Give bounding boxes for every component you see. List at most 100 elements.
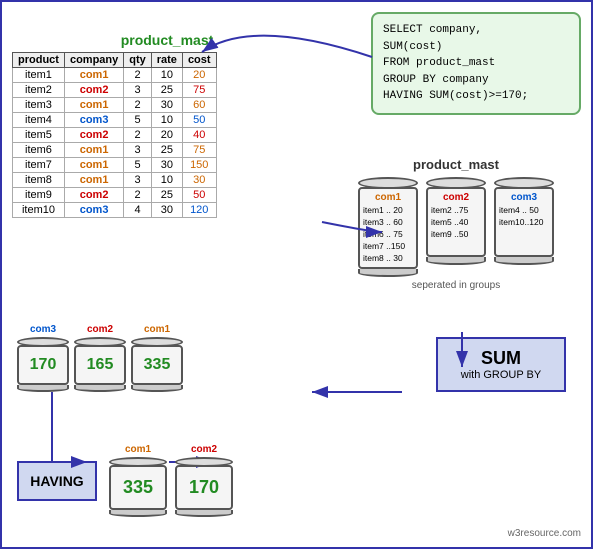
group-cyl-top [131, 337, 183, 347]
table-section: product_mast product company qty rate co… [12, 32, 322, 218]
table-cell: 4 [124, 203, 152, 218]
table-cell: 30 [151, 203, 182, 218]
table-cell: 10 [151, 68, 182, 83]
table-cell: 75 [182, 83, 216, 98]
table-cell: 5 [124, 158, 152, 173]
having-section: HAVING com1 335 com2 170 [17, 444, 233, 517]
sql-line: GROUP BY company [383, 72, 569, 89]
cylinder-top [494, 177, 554, 189]
table-cell: com1 [64, 158, 123, 173]
having-cyl-top [109, 457, 167, 467]
table-cell: 5 [124, 113, 152, 128]
sum-sublabel: with GROUP BY [461, 369, 542, 381]
group-cyl-body: 335 [131, 345, 183, 385]
table-cell: 2 [124, 188, 152, 203]
table-cell: com1 [64, 68, 123, 83]
col-header-company: company [64, 53, 123, 68]
cylinder-items: item2 ..75item5 ..40item9 ..50 [431, 205, 481, 241]
col-header-qty: qty [124, 53, 152, 68]
cylinder-items: item4 .. 50item10..120 [499, 205, 549, 229]
sql-line: HAVING SUM(cost)>=170; [383, 88, 569, 105]
group-value: 170 [30, 356, 57, 374]
group-item: com1 335 [131, 324, 183, 392]
groups-section: com3 170 com2 165 com1 335 [17, 324, 183, 392]
sql-line: SELECT company, [383, 22, 569, 39]
cylinder-item: item7 ..150 [363, 241, 413, 253]
group-cyl-bottom [74, 385, 126, 392]
group-value: 165 [87, 356, 114, 374]
table-cell: item5 [13, 128, 65, 143]
table-cell: 50 [182, 188, 216, 203]
table-cell: item8 [13, 173, 65, 188]
having-box: HAVING [17, 461, 97, 501]
having-cyl-body: 335 [109, 465, 167, 510]
table-cell: 120 [182, 203, 216, 218]
table-cell: 10 [151, 113, 182, 128]
table-cell: 150 [182, 158, 216, 173]
col-header-cost: cost [182, 53, 216, 68]
separated-text: seperated in groups [341, 280, 571, 291]
cylinder-item: item5 ..40 [431, 217, 481, 229]
cylinder-item: item3 .. 60 [363, 217, 413, 229]
cylinder-item: item1 .. 20 [363, 205, 413, 217]
having-cyl-bottom [175, 510, 233, 517]
having-group-value: 170 [189, 477, 219, 498]
table-cell: 25 [151, 188, 182, 203]
db-cylinder: com1item1 .. 20item3 .. 60item6 .. 75ite… [358, 177, 418, 277]
group-label: com1 [144, 324, 170, 335]
group-item: com2 165 [74, 324, 126, 392]
table-cell: item3 [13, 98, 65, 113]
table-cell: 3 [124, 143, 152, 158]
having-group-value: 335 [123, 477, 153, 498]
group-cyl-body: 165 [74, 345, 126, 385]
table-cell: com3 [64, 203, 123, 218]
table-cell: 75 [182, 143, 216, 158]
table-cell: 25 [151, 83, 182, 98]
table-cell: com1 [64, 143, 123, 158]
group-label: com3 [30, 324, 56, 335]
table-cell: item9 [13, 188, 65, 203]
col-header-rate: rate [151, 53, 182, 68]
col-header-product: product [13, 53, 65, 68]
main-container: product_mast product company qty rate co… [0, 0, 593, 549]
table-title: product_mast [12, 32, 322, 48]
table-cell: 20 [182, 68, 216, 83]
cylinder-bottom [426, 257, 486, 265]
table-cell: 25 [151, 143, 182, 158]
table-cell: 60 [182, 98, 216, 113]
cylinder-bottom [494, 257, 554, 265]
db-cylinders: com1item1 .. 20item3 .. 60item6 .. 75ite… [341, 177, 571, 277]
table-cell: 30 [151, 158, 182, 173]
group-cyl-bottom [17, 385, 69, 392]
cylinder-body: com1item1 .. 20item3 .. 60item6 .. 75ite… [358, 187, 418, 269]
table-cell: 3 [124, 173, 152, 188]
cylinder-bottom [358, 269, 418, 277]
table-cell: item1 [13, 68, 65, 83]
group-cyl-top [74, 337, 126, 347]
table-cell: com1 [64, 173, 123, 188]
having-group-label: com1 [125, 444, 151, 455]
db-title: product_mast [341, 157, 571, 172]
table-cell: 2 [124, 98, 152, 113]
cylinder-label: com3 [499, 192, 549, 203]
table-cell: 20 [151, 128, 182, 143]
table-cell: com2 [64, 128, 123, 143]
watermark: w3resource.com [508, 528, 581, 539]
cylinder-item: item10..120 [499, 217, 549, 229]
table-cell: com2 [64, 83, 123, 98]
having-group-label: com2 [191, 444, 217, 455]
table-cell: 30 [151, 98, 182, 113]
group-label: com2 [87, 324, 113, 335]
table-cell: item6 [13, 143, 65, 158]
having-group-item: com2 170 [175, 444, 233, 517]
cylinder-item: item8 .. 30 [363, 253, 413, 265]
table-cell: 2 [124, 128, 152, 143]
table-cell: item4 [13, 113, 65, 128]
cylinder-item: item6 .. 75 [363, 229, 413, 241]
table-cell: item7 [13, 158, 65, 173]
cylinder-label: com1 [363, 192, 413, 203]
cylinder-body: com3 item4 .. 50item10..120 [494, 187, 554, 257]
sum-label: SUM [481, 348, 521, 369]
cylinder-top [358, 177, 418, 189]
cylinder-item: item9 ..50 [431, 229, 481, 241]
